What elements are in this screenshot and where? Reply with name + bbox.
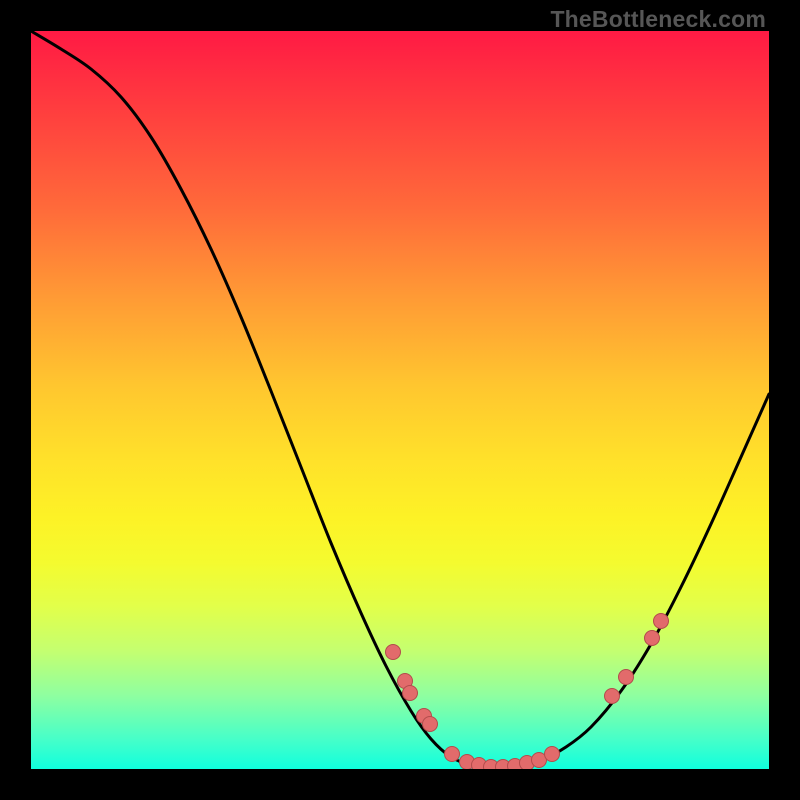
data-marker xyxy=(423,717,438,732)
data-marker xyxy=(619,670,634,685)
chart-svg xyxy=(31,31,769,769)
data-marker xyxy=(386,645,401,660)
data-marker xyxy=(654,614,669,629)
plot-area xyxy=(31,31,769,769)
data-marker xyxy=(545,747,560,762)
watermark-text: TheBottleneck.com xyxy=(550,6,766,33)
data-marker xyxy=(645,631,660,646)
data-marker xyxy=(605,689,620,704)
data-markers xyxy=(386,614,669,770)
data-marker xyxy=(403,686,418,701)
data-marker xyxy=(445,747,460,762)
bottleneck-curve xyxy=(31,31,769,767)
